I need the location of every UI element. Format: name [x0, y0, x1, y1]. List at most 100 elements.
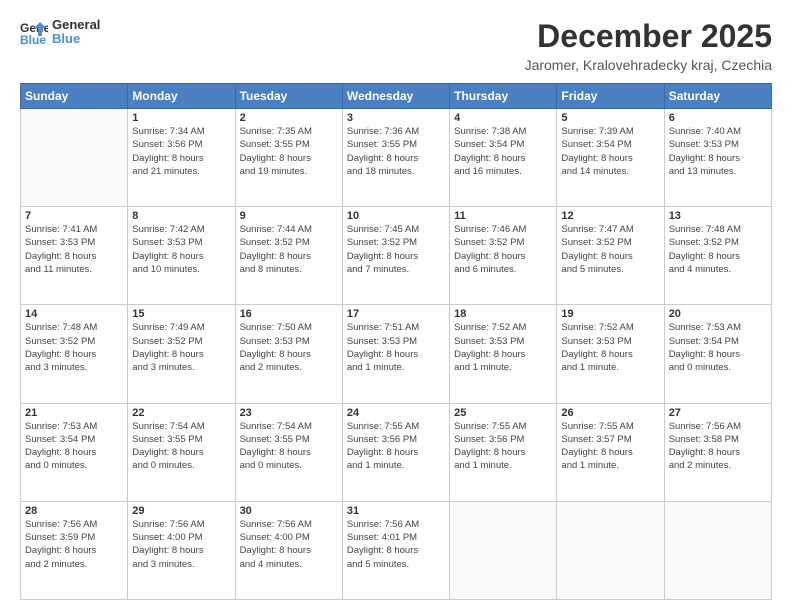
- day-info: Sunrise: 7:56 AMSunset: 3:58 PMDaylight:…: [669, 420, 767, 473]
- page: General Blue General Blue December 2025 …: [0, 0, 792, 612]
- weekday-header-tuesday: Tuesday: [235, 84, 342, 109]
- day-number: 20: [669, 308, 767, 320]
- week-row-3: 14Sunrise: 7:48 AMSunset: 3:52 PMDayligh…: [21, 305, 772, 403]
- svg-text:Blue: Blue: [20, 33, 46, 46]
- day-number: 19: [561, 308, 659, 320]
- day-number: 21: [25, 407, 123, 419]
- day-number: 8: [132, 210, 230, 222]
- calendar-cell: 30Sunrise: 7:56 AMSunset: 4:00 PMDayligh…: [235, 501, 342, 599]
- day-number: 27: [669, 407, 767, 419]
- calendar-cell: 6Sunrise: 7:40 AMSunset: 3:53 PMDaylight…: [664, 109, 771, 207]
- day-number: 26: [561, 407, 659, 419]
- calendar-cell: 9Sunrise: 7:44 AMSunset: 3:52 PMDaylight…: [235, 207, 342, 305]
- day-number: 30: [240, 505, 338, 517]
- title-block: December 2025 Jaromer, Kralovehradecky k…: [525, 18, 772, 73]
- day-info: Sunrise: 7:52 AMSunset: 3:53 PMDaylight:…: [561, 321, 659, 374]
- main-title: December 2025: [525, 18, 772, 55]
- weekday-header-thursday: Thursday: [450, 84, 557, 109]
- day-number: 1: [132, 112, 230, 124]
- calendar-cell: 31Sunrise: 7:56 AMSunset: 4:01 PMDayligh…: [342, 501, 449, 599]
- day-info: Sunrise: 7:47 AMSunset: 3:52 PMDaylight:…: [561, 223, 659, 276]
- calendar-cell: 15Sunrise: 7:49 AMSunset: 3:52 PMDayligh…: [128, 305, 235, 403]
- calendar-cell: 5Sunrise: 7:39 AMSunset: 3:54 PMDaylight…: [557, 109, 664, 207]
- day-info: Sunrise: 7:53 AMSunset: 3:54 PMDaylight:…: [669, 321, 767, 374]
- week-row-2: 7Sunrise: 7:41 AMSunset: 3:53 PMDaylight…: [21, 207, 772, 305]
- calendar-cell: 19Sunrise: 7:52 AMSunset: 3:53 PMDayligh…: [557, 305, 664, 403]
- logo: General Blue General Blue: [20, 18, 100, 47]
- calendar-cell: 16Sunrise: 7:50 AMSunset: 3:53 PMDayligh…: [235, 305, 342, 403]
- calendar-cell: 3Sunrise: 7:36 AMSunset: 3:55 PMDaylight…: [342, 109, 449, 207]
- calendar-cell: 17Sunrise: 7:51 AMSunset: 3:53 PMDayligh…: [342, 305, 449, 403]
- day-info: Sunrise: 7:40 AMSunset: 3:53 PMDaylight:…: [669, 125, 767, 178]
- day-number: 31: [347, 505, 445, 517]
- calendar-cell: 1Sunrise: 7:34 AMSunset: 3:56 PMDaylight…: [128, 109, 235, 207]
- calendar-cell: 7Sunrise: 7:41 AMSunset: 3:53 PMDaylight…: [21, 207, 128, 305]
- day-info: Sunrise: 7:48 AMSunset: 3:52 PMDaylight:…: [25, 321, 123, 374]
- calendar-cell: 22Sunrise: 7:54 AMSunset: 3:55 PMDayligh…: [128, 403, 235, 501]
- day-info: Sunrise: 7:45 AMSunset: 3:52 PMDaylight:…: [347, 223, 445, 276]
- week-row-4: 21Sunrise: 7:53 AMSunset: 3:54 PMDayligh…: [21, 403, 772, 501]
- calendar-cell: 10Sunrise: 7:45 AMSunset: 3:52 PMDayligh…: [342, 207, 449, 305]
- weekday-header-row: SundayMondayTuesdayWednesdayThursdayFrid…: [21, 84, 772, 109]
- day-info: Sunrise: 7:44 AMSunset: 3:52 PMDaylight:…: [240, 223, 338, 276]
- calendar-cell: 26Sunrise: 7:55 AMSunset: 3:57 PMDayligh…: [557, 403, 664, 501]
- day-info: Sunrise: 7:52 AMSunset: 3:53 PMDaylight:…: [454, 321, 552, 374]
- day-number: 14: [25, 308, 123, 320]
- day-number: 3: [347, 112, 445, 124]
- logo-icon: General Blue: [20, 18, 48, 46]
- logo-line1: General: [52, 18, 100, 32]
- day-info: Sunrise: 7:56 AMSunset: 4:00 PMDaylight:…: [240, 518, 338, 571]
- calendar-cell: 24Sunrise: 7:55 AMSunset: 3:56 PMDayligh…: [342, 403, 449, 501]
- logo-line2: Blue: [52, 32, 100, 46]
- day-number: 11: [454, 210, 552, 222]
- day-number: 28: [25, 505, 123, 517]
- calendar-cell: 11Sunrise: 7:46 AMSunset: 3:52 PMDayligh…: [450, 207, 557, 305]
- weekday-header-monday: Monday: [128, 84, 235, 109]
- day-info: Sunrise: 7:56 AMSunset: 3:59 PMDaylight:…: [25, 518, 123, 571]
- logo-text: General Blue: [52, 18, 100, 47]
- day-number: 2: [240, 112, 338, 124]
- calendar-cell: [450, 501, 557, 599]
- day-info: Sunrise: 7:36 AMSunset: 3:55 PMDaylight:…: [347, 125, 445, 178]
- day-number: 15: [132, 308, 230, 320]
- weekday-header-sunday: Sunday: [21, 84, 128, 109]
- day-number: 23: [240, 407, 338, 419]
- day-info: Sunrise: 7:54 AMSunset: 3:55 PMDaylight:…: [132, 420, 230, 473]
- day-number: 13: [669, 210, 767, 222]
- calendar-cell: 29Sunrise: 7:56 AMSunset: 4:00 PMDayligh…: [128, 501, 235, 599]
- calendar-cell: 14Sunrise: 7:48 AMSunset: 3:52 PMDayligh…: [21, 305, 128, 403]
- calendar-cell: 21Sunrise: 7:53 AMSunset: 3:54 PMDayligh…: [21, 403, 128, 501]
- calendar-cell: 25Sunrise: 7:55 AMSunset: 3:56 PMDayligh…: [450, 403, 557, 501]
- calendar-cell: 23Sunrise: 7:54 AMSunset: 3:55 PMDayligh…: [235, 403, 342, 501]
- day-info: Sunrise: 7:48 AMSunset: 3:52 PMDaylight:…: [669, 223, 767, 276]
- calendar-table: SundayMondayTuesdayWednesdayThursdayFrid…: [20, 83, 772, 600]
- day-number: 6: [669, 112, 767, 124]
- subtitle: Jaromer, Kralovehradecky kraj, Czechia: [525, 57, 772, 73]
- calendar-cell: 4Sunrise: 7:38 AMSunset: 3:54 PMDaylight…: [450, 109, 557, 207]
- day-number: 12: [561, 210, 659, 222]
- day-info: Sunrise: 7:51 AMSunset: 3:53 PMDaylight:…: [347, 321, 445, 374]
- calendar-cell: 28Sunrise: 7:56 AMSunset: 3:59 PMDayligh…: [21, 501, 128, 599]
- day-info: Sunrise: 7:55 AMSunset: 3:56 PMDaylight:…: [347, 420, 445, 473]
- day-info: Sunrise: 7:41 AMSunset: 3:53 PMDaylight:…: [25, 223, 123, 276]
- day-info: Sunrise: 7:56 AMSunset: 4:00 PMDaylight:…: [132, 518, 230, 571]
- weekday-header-saturday: Saturday: [664, 84, 771, 109]
- weekday-header-wednesday: Wednesday: [342, 84, 449, 109]
- day-number: 17: [347, 308, 445, 320]
- day-number: 24: [347, 407, 445, 419]
- day-number: 25: [454, 407, 552, 419]
- day-number: 18: [454, 308, 552, 320]
- calendar-cell: [664, 501, 771, 599]
- calendar-cell: 18Sunrise: 7:52 AMSunset: 3:53 PMDayligh…: [450, 305, 557, 403]
- day-info: Sunrise: 7:34 AMSunset: 3:56 PMDaylight:…: [132, 125, 230, 178]
- day-number: 5: [561, 112, 659, 124]
- day-info: Sunrise: 7:56 AMSunset: 4:01 PMDaylight:…: [347, 518, 445, 571]
- day-number: 22: [132, 407, 230, 419]
- day-number: 7: [25, 210, 123, 222]
- calendar-cell: 8Sunrise: 7:42 AMSunset: 3:53 PMDaylight…: [128, 207, 235, 305]
- calendar-cell: 27Sunrise: 7:56 AMSunset: 3:58 PMDayligh…: [664, 403, 771, 501]
- day-number: 10: [347, 210, 445, 222]
- day-info: Sunrise: 7:54 AMSunset: 3:55 PMDaylight:…: [240, 420, 338, 473]
- day-info: Sunrise: 7:39 AMSunset: 3:54 PMDaylight:…: [561, 125, 659, 178]
- day-info: Sunrise: 7:55 AMSunset: 3:57 PMDaylight:…: [561, 420, 659, 473]
